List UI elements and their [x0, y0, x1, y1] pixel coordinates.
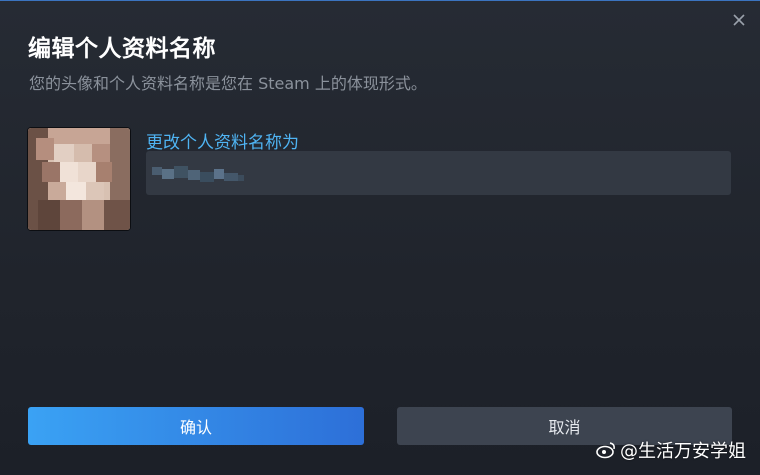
avatar-image	[28, 128, 130, 230]
weibo-icon	[596, 442, 615, 459]
close-icon	[733, 14, 745, 26]
confirm-button[interactable]: 确认	[28, 407, 364, 445]
avatar[interactable]	[28, 128, 130, 230]
watermark-text: @生活万安学姐	[620, 441, 746, 462]
dialog-subtitle: 您的头像和个人资料名称是您在 Steam 上的体现形式。	[29, 74, 427, 93]
edit-profile-name-dialog: 编辑个人资料名称 您的头像和个人资料名称是您在 Steam 上的体现形式。 更改…	[0, 0, 760, 475]
close-button[interactable]	[730, 11, 748, 29]
watermark: @生活万安学姐	[596, 437, 746, 463]
profile-name-label: 更改个人资料名称为	[146, 133, 299, 153]
dialog-title: 编辑个人资料名称	[28, 36, 216, 62]
profile-name-input[interactable]	[146, 151, 731, 195]
